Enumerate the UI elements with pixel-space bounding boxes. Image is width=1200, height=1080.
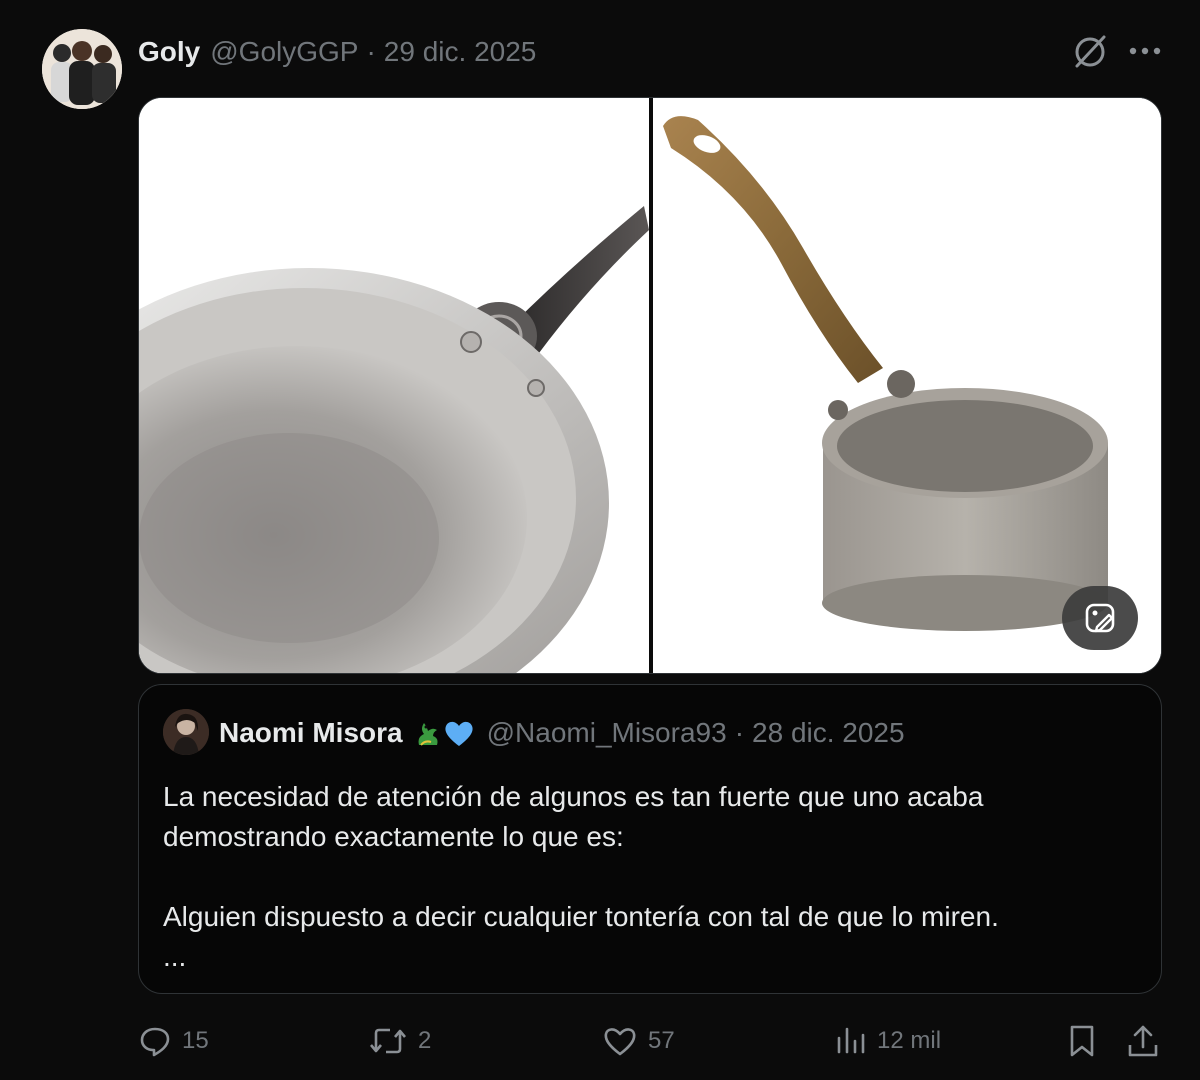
- heart-icon: [604, 1028, 636, 1056]
- views-count: 12 mil: [877, 1027, 942, 1054]
- reply-count: 15: [182, 1027, 209, 1054]
- repost-icon: [370, 1028, 406, 1054]
- image-edit-button[interactable]: [1062, 586, 1138, 650]
- views-icon: [837, 1027, 865, 1054]
- post-date[interactable]: 29 dic. 2025: [384, 36, 537, 68]
- quoted-author-handle[interactable]: @Naomi_Misora93: [487, 717, 727, 749]
- repost-count: 2: [418, 1027, 432, 1054]
- quoted-date[interactable]: 28 dic. 2025: [752, 717, 905, 749]
- more-icon[interactable]: [1126, 38, 1164, 64]
- post-media: [138, 97, 1162, 674]
- avatar-photo: [42, 29, 122, 109]
- quoted-author-name[interactable]: Naomi Misora: [219, 717, 403, 749]
- quoted-text: La necesidad de atención de algunos es t…: [163, 777, 1123, 977]
- author-avatar[interactable]: [42, 29, 122, 109]
- media-image-frying-pan[interactable]: [139, 98, 649, 673]
- quoted-header: Naomi Misora @Naomi_Misora93 · 28 dic. 2…: [219, 715, 905, 751]
- bookmark-icon: [1070, 1025, 1094, 1057]
- quoted-author-avatar[interactable]: [163, 709, 209, 755]
- reply-icon: [140, 1027, 170, 1057]
- header-separator: ·: [366, 36, 376, 67]
- blue-heart-emoji-icon: [445, 721, 473, 746]
- quoted-text-line: Alguien dispuesto a decir cualquier tont…: [163, 901, 999, 932]
- like-button[interactable]: 57: [602, 1018, 675, 1064]
- reply-button[interactable]: 15: [138, 1018, 209, 1064]
- share-button[interactable]: [1126, 1018, 1160, 1064]
- author-handle[interactable]: @GolyGGP: [210, 36, 358, 68]
- like-count: 57: [648, 1027, 675, 1054]
- author-name[interactable]: Goly: [138, 36, 200, 68]
- show-more-ellipsis: ...: [163, 941, 187, 972]
- action-bar: 15 2 57 12 mil: [138, 1018, 1162, 1064]
- dragon-emoji-icon: [418, 723, 438, 746]
- image-edit-icon: [1085, 603, 1115, 633]
- post-header: Goly @GolyGGP · 29 dic. 2025: [138, 34, 536, 70]
- quoted-text-line: demostrando exactamente lo que es:: [163, 821, 624, 852]
- quoted-text-line: La necesidad de atención de algunos es t…: [163, 781, 984, 812]
- author-badges: [413, 718, 475, 748]
- quoted-separator: ·: [734, 717, 745, 748]
- bookmark-button[interactable]: [1066, 1018, 1098, 1064]
- views-button[interactable]: 12 mil: [835, 1018, 941, 1064]
- post: Goly @GolyGGP · 29 dic. 2025 Naomi Misor…: [0, 0, 1200, 1080]
- repost-button[interactable]: 2: [368, 1018, 431, 1064]
- share-icon: [1128, 1025, 1158, 1057]
- quoted-post[interactable]: Naomi Misora @Naomi_Misora93 · 28 dic. 2…: [138, 684, 1162, 994]
- grok-icon[interactable]: [1071, 33, 1109, 71]
